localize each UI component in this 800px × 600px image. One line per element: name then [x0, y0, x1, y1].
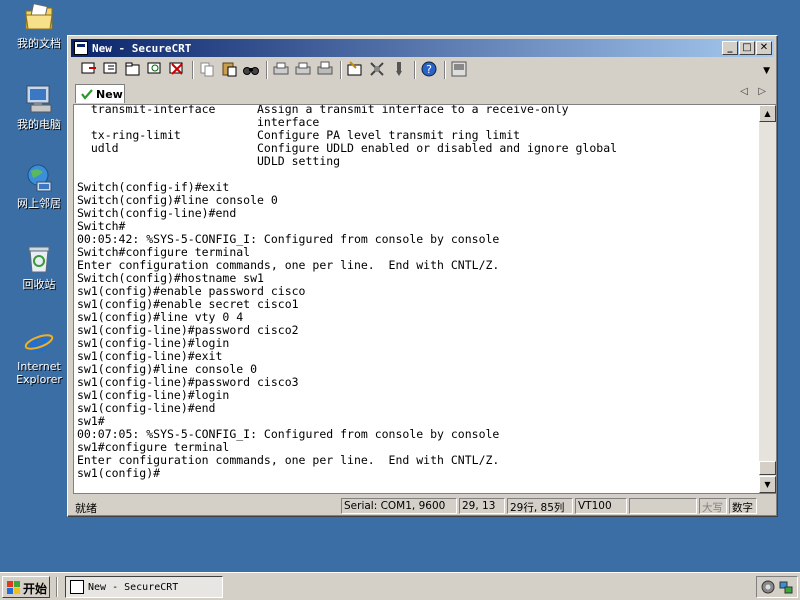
- tab-new[interactable]: New: [75, 84, 125, 103]
- print-selection-icon[interactable]: [294, 60, 314, 80]
- internet-explorer-icon: e: [23, 325, 55, 360]
- key-map-icon[interactable]: [390, 60, 410, 80]
- terminal-line: sw1(config-line)#end: [77, 401, 216, 415]
- taskbar: 开始 New - SecureCRT: [0, 572, 800, 600]
- toolbar-separator: [414, 61, 416, 79]
- terminal-line: UDLD setting: [77, 154, 341, 168]
- help-icon[interactable]: ?: [420, 60, 440, 80]
- paste-icon[interactable]: [220, 60, 240, 80]
- desktop-icon-my-documents[interactable]: 我的文档: [8, 2, 70, 50]
- close-button[interactable]: ✕: [756, 41, 772, 55]
- app-icon: [70, 580, 84, 594]
- title-bar[interactable]: New - SecureCRT _ □ ✕: [71, 39, 774, 57]
- status-caps: 大写: [699, 498, 727, 514]
- desktop-icon-label: Internet Explorer: [16, 360, 62, 386]
- status-num: 数字: [729, 498, 757, 514]
- toolbar: ? ▼: [78, 58, 770, 82]
- scroll-down-button[interactable]: ▼: [759, 476, 776, 493]
- my-computer-icon: [23, 83, 55, 115]
- quick-connect-icon[interactable]: [102, 60, 122, 80]
- desktop-icon-recycle-bin[interactable]: 回收站: [8, 243, 70, 291]
- toolbar-separator: [340, 61, 342, 79]
- tab-label: New: [96, 88, 123, 101]
- find-icon[interactable]: [242, 60, 262, 80]
- sftp-icon[interactable]: [450, 60, 470, 80]
- svg-text:?: ?: [426, 63, 432, 76]
- reconnect-icon[interactable]: [146, 60, 166, 80]
- securecrt-window: New - SecureCRT _ □ ✕ ? ▼ New ◁ ▷ transm…: [67, 35, 778, 517]
- taskbar-item-label: New - SecureCRT: [88, 582, 179, 593]
- taskbar-item-securecrt[interactable]: New - SecureCRT: [65, 576, 223, 598]
- toolbar-separator: [266, 61, 268, 79]
- network-places-icon: [23, 162, 55, 194]
- terminal-output: transmit-interface Assign a transmit int…: [77, 105, 757, 480]
- connect-icon[interactable]: [80, 60, 100, 80]
- scrollbar-thumb[interactable]: [759, 461, 776, 475]
- connect-in-tab-icon[interactable]: [124, 60, 144, 80]
- status-connection: Serial: COM1, 9600: [341, 498, 457, 514]
- toolbar-chevron-icon[interactable]: ▼: [763, 66, 770, 76]
- tab-scroll-left-icon[interactable]: ◁: [740, 86, 748, 97]
- desktop-icon-internet-explorer[interactable]: e Internet Explorer: [8, 325, 70, 386]
- terminal-line: Switch(config-line)#end: [77, 206, 237, 220]
- desktop-icon-label: 我的文档: [17, 37, 61, 50]
- connected-check-icon: [81, 89, 93, 100]
- terminal-line: Enter configuration commands, one per li…: [77, 453, 500, 467]
- print-icon[interactable]: [316, 60, 336, 80]
- scroll-up-button[interactable]: ▲: [759, 105, 776, 122]
- recycle-bin-icon: [23, 243, 55, 275]
- status-ready: 就绪: [75, 502, 97, 515]
- desktop-icon-my-computer[interactable]: 我的电脑: [8, 83, 70, 131]
- desktop-icon-label: 网上邻居: [17, 197, 61, 210]
- start-label: 开始: [23, 582, 48, 596]
- taskbar-separator: [56, 577, 58, 597]
- system-tray: [756, 576, 798, 598]
- status-rows-cols: 29行, 85列: [507, 498, 573, 514]
- copy-icon[interactable]: [198, 60, 218, 80]
- tab-bar: New ◁ ▷: [71, 83, 774, 103]
- svg-text:e: e: [29, 325, 48, 357]
- desktop-icon-label: 我的电脑: [17, 118, 61, 131]
- minimize-button[interactable]: _: [722, 41, 738, 55]
- app-icon: [74, 41, 88, 55]
- status-blank: [629, 498, 697, 514]
- security-tray-icon[interactable]: [761, 580, 775, 594]
- network-tray-icon[interactable]: [779, 580, 793, 594]
- terminal-area[interactable]: transmit-interface Assign a transmit int…: [73, 104, 777, 494]
- print-setup-icon[interactable]: [272, 60, 292, 80]
- session-options-icon[interactable]: [346, 60, 366, 80]
- toolbar-separator: [444, 61, 446, 79]
- window-title: New - SecureCRT: [92, 42, 192, 55]
- terminal-line: sw1(config)#: [77, 466, 161, 480]
- status-emulation: VT100: [575, 498, 627, 514]
- desktop-icon-label: 回收站: [22, 278, 56, 291]
- maximize-button[interactable]: □: [739, 41, 755, 55]
- windows-flag-icon: [7, 581, 20, 594]
- start-button[interactable]: 开始: [2, 576, 50, 598]
- disconnect-icon[interactable]: [168, 60, 188, 80]
- desktop-icon-network-places[interactable]: 网上邻居: [8, 162, 70, 210]
- status-cursor: 29, 13: [459, 498, 505, 514]
- toolbar-separator: [192, 61, 194, 79]
- vertical-scrollbar[interactable]: ▲ ▼: [759, 105, 776, 493]
- my-documents-icon: [23, 2, 55, 34]
- global-options-icon[interactable]: [368, 60, 388, 80]
- tab-scroll-right-icon[interactable]: ▷: [758, 86, 766, 97]
- status-bar: 就绪 Serial: COM1, 9600 29, 13 29行, 85列 VT…: [71, 497, 774, 515]
